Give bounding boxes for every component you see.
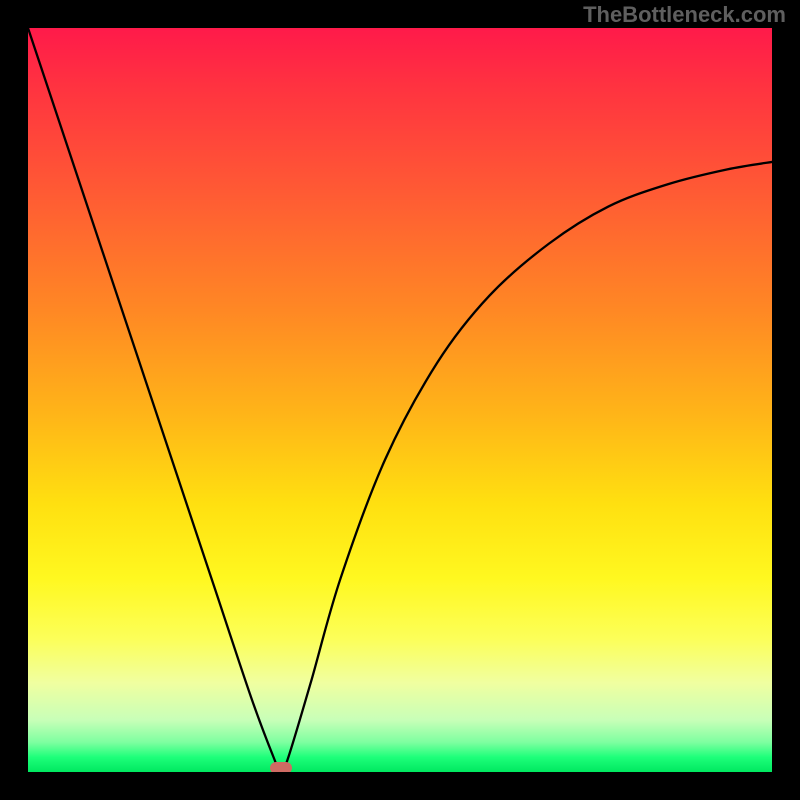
chart-frame: TheBottleneck.com bbox=[0, 0, 800, 800]
bottleneck-curve bbox=[28, 28, 772, 772]
optimal-point-marker bbox=[270, 762, 292, 772]
plot-area bbox=[28, 28, 772, 772]
watermark-text: TheBottleneck.com bbox=[583, 2, 786, 28]
